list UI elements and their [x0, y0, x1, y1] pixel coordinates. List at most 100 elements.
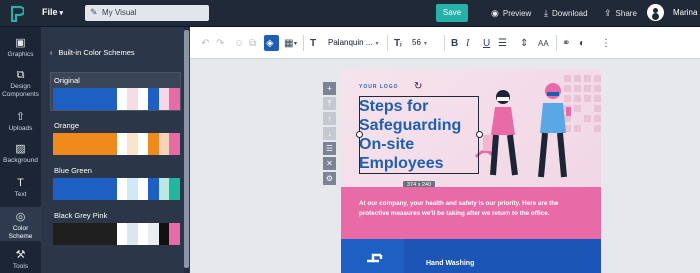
preview-button[interactable]: ◉ Preview [491, 8, 531, 19]
font-family-select[interactable]: Palanquin ... ▾ [328, 38, 379, 47]
font-size-value: 56 [412, 38, 421, 47]
color-swatch [53, 88, 94, 110]
color-swatch [127, 223, 138, 245]
color-swatch [137, 223, 149, 245]
panel-title: Built-in Color Schemes [58, 48, 135, 57]
color-swatch [93, 88, 117, 110]
undo-icon[interactable]: ↶ [201, 38, 209, 49]
poster-logo-text[interactable]: YOUR LOGO [359, 84, 399, 90]
color-scheme-card[interactable]: Original [50, 72, 181, 111]
color-swatch [158, 88, 170, 110]
hand-washing-icon [367, 253, 383, 263]
color-swatch [169, 223, 180, 245]
page-list-icon[interactable]: ☰ [323, 142, 336, 155]
share-icon: ⇪ [604, 8, 612, 18]
color-swatch [116, 133, 128, 155]
color-swatch [158, 223, 170, 245]
color-swatch [127, 178, 138, 200]
redo-icon[interactable]: ↷ [216, 38, 224, 49]
rail-label: Tools [12, 263, 29, 270]
download-icon: ⤓ [544, 8, 548, 18]
color-swatch [148, 223, 159, 245]
resize-handle-left[interactable] [356, 131, 363, 138]
pencil-icon: ✎ [90, 7, 98, 17]
toolbar-divider [303, 35, 304, 51]
color-scheme-card[interactable]: Blue Green [51, 163, 180, 200]
save-button[interactable]: Save [436, 4, 468, 22]
rail-item-tools[interactable]: ⚒ Tools [0, 249, 41, 271]
emoji-icon[interactable]: ☺ [234, 38, 244, 49]
rail-item-design-components[interactable]: ⧉ Design Components [0, 69, 41, 99]
italic-icon[interactable]: I [466, 38, 469, 49]
rail-label: Text [14, 191, 27, 198]
color-swatch [93, 223, 117, 245]
uploads-icon: ⇧ [15, 111, 26, 123]
underline-icon[interactable]: U [483, 38, 490, 49]
color-scheme-icon: ◎ [15, 211, 26, 223]
color-scheme-name: Original [54, 76, 80, 85]
delete-page-icon[interactable]: ✕ [323, 157, 336, 170]
employees-illustration [474, 83, 571, 178]
bold-icon[interactable]: B [451, 38, 458, 49]
poster-blue-band [341, 239, 601, 273]
left-rail: ▣ Graphics ⧉ Design Components ⇧ Uploads… [0, 27, 41, 273]
font-family-value: Palanquin ... [328, 38, 373, 47]
color-swatch [158, 178, 170, 200]
rail-item-color-scheme[interactable]: ◎ Color Scheme [0, 207, 41, 241]
panel-header[interactable]: ‹ Built-in Color Schemes [50, 48, 135, 57]
add-page-icon[interactable]: + [323, 82, 336, 95]
section-label-hand-washing[interactable]: Hand Washing [426, 260, 474, 267]
rail-item-graphics[interactable]: ▣ Graphics [0, 37, 41, 59]
document-title-field[interactable]: ✎ My Visual [85, 5, 209, 21]
eye-icon: ◉ [491, 8, 499, 18]
more-options-icon[interactable]: ⋮ [601, 38, 611, 49]
document-title: My Visual [102, 8, 137, 17]
color-swatch [53, 133, 94, 155]
align-left-icon[interactable]: ☰ [498, 38, 507, 49]
color-swatch-row [53, 133, 180, 155]
design-canvas[interactable]: YOUR LOGO Steps for Safeguarding On-site… [341, 69, 601, 273]
app-logo-icon[interactable] [11, 5, 24, 22]
rail-item-background[interactable]: ▨ Background [0, 143, 41, 165]
download-button[interactable]: ⤓ Download [544, 8, 588, 19]
color-swatch [158, 133, 170, 155]
rail-label: Uploads [8, 125, 33, 132]
font-size-select[interactable]: 56 ▾ [412, 38, 427, 47]
design-components-icon: ⧉ [16, 69, 25, 81]
color-swatch [116, 223, 128, 245]
color-swatch [137, 178, 149, 200]
effects-icon[interactable]: ◐ [579, 38, 585, 49]
move-down-icon[interactable]: ↓ [323, 127, 336, 140]
color-swatch [116, 88, 128, 110]
link-icon[interactable]: ⚭ [562, 38, 570, 49]
file-menu-label: File [42, 7, 58, 17]
share-button[interactable]: ⇪ Share [604, 8, 637, 19]
duplicate-icon[interactable]: ⧉ [249, 38, 256, 49]
color-scheme-name: Black Grey Pink [54, 211, 108, 220]
panel-scrollbar-thumb[interactable] [184, 30, 189, 268]
tools-icon: ⚒ [15, 249, 26, 261]
rotate-icon[interactable]: ↻ [414, 81, 422, 92]
page-settings-icon[interactable]: ⚙ [323, 172, 336, 185]
line-spacing-icon[interactable]: ⇕ [520, 38, 528, 49]
poster-body-text[interactable]: At our company, your health and safety i… [359, 199, 581, 219]
color-swatch [148, 133, 159, 155]
color-scheme-card[interactable]: Black Grey Pink [51, 208, 180, 245]
selection-box [359, 96, 479, 174]
rail-item-text[interactable]: T Text [0, 177, 41, 199]
file-menu[interactable]: File ▾ [42, 7, 63, 17]
letter-case-icon[interactable]: AA [538, 39, 549, 48]
color-scheme-card[interactable]: Orange [51, 118, 180, 155]
user-name[interactable]: Marina [673, 8, 697, 17]
user-avatar[interactable] [647, 4, 664, 21]
chevron-down-icon: ▾ [375, 41, 379, 47]
rail-item-uploads[interactable]: ⇧ Uploads [0, 111, 41, 133]
move-up-one-icon[interactable]: ↑ [323, 112, 336, 125]
fill-bucket-icon[interactable]: ◈ [266, 38, 274, 49]
chevron-down-icon: ▾ [59, 10, 64, 17]
rail-label: Color Scheme [8, 225, 33, 240]
move-up-icon[interactable]: ⤒ [323, 97, 336, 110]
transparency-icon[interactable]: ▦ [284, 38, 293, 49]
resize-handle-right[interactable] [476, 131, 483, 138]
canvas-side-tools: + ⤒ ↑ ↓ ☰ ✕ ⚙ [323, 82, 336, 187]
